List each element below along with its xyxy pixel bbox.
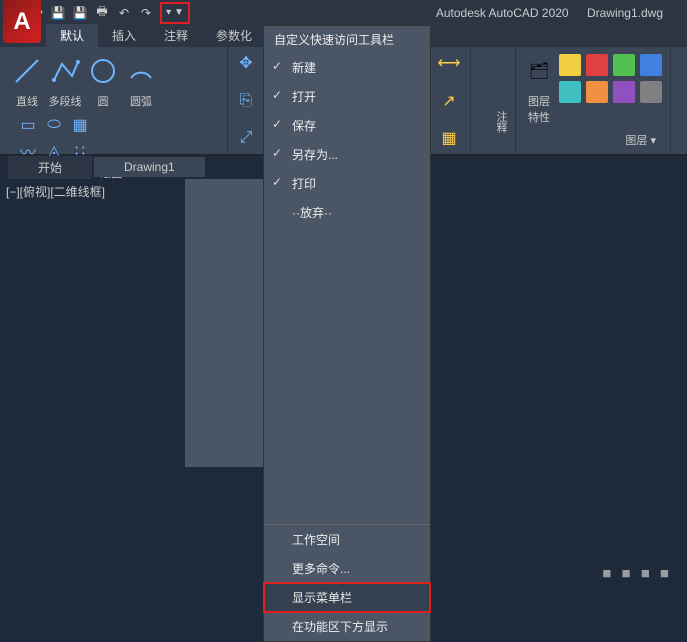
leader-icon[interactable]: ↗ <box>437 89 461 113</box>
window-title: Autodesk AutoCAD 2020 Drawing1.dwg <box>421 6 683 20</box>
swatch-gray[interactable] <box>640 81 662 103</box>
rect-icon[interactable]: ▭ <box>16 113 40 137</box>
swatch-red[interactable] <box>586 54 608 76</box>
ellipse-icon[interactable]: ⬭ <box>42 113 66 137</box>
hatch-icon[interactable]: ▦ <box>68 113 92 137</box>
app-logo[interactable]: A <box>3 0 41 43</box>
menu-item-print[interactable]: ✓打印 <box>264 169 430 198</box>
tool-circle[interactable]: 圆 <box>86 51 120 109</box>
ribbon-tab-annotate[interactable]: 注释 <box>150 24 202 47</box>
polyline-icon <box>48 51 82 91</box>
ribbon-panel-layer: 🗂 图层 特性 图层 ▾ <box>516 47 671 154</box>
menu-item-save[interactable]: ✓保存 <box>264 111 430 140</box>
qat-customize-dropdown[interactable]: ▾ ▼ <box>160 2 190 24</box>
menu-item-new[interactable]: ✓新建 <box>264 53 430 82</box>
menu-item-saveas[interactable]: ✓另存为... <box>264 140 430 169</box>
menu-item-more-commands[interactable]: 更多命令... <box>264 554 430 583</box>
ribbon-panel-annotation-a: ⟷ ↗ ▦ <box>431 47 471 154</box>
doc-name: Drawing1.dwg <box>587 6 663 20</box>
ribbon-tab-default[interactable]: 默认 <box>46 24 98 47</box>
menu-item-workspace[interactable]: 工作空间 <box>264 525 430 554</box>
layer-properties-button[interactable]: 🗂 图层 特性 <box>522 51 556 125</box>
arc-icon <box>124 51 158 91</box>
doc-tab-drawing1[interactable]: Drawing1 <box>94 157 205 177</box>
ribbon-panel-annotation-b: 注释 <box>471 47 516 154</box>
swatch-cyan[interactable] <box>559 81 581 103</box>
menu-item-truncated[interactable]: ··放弃·· <box>264 198 430 227</box>
swatch-blue[interactable] <box>640 54 662 76</box>
viewport-controls[interactable]: [−][俯视][二维线框] <box>6 183 105 200</box>
check-icon: ✓ <box>272 59 282 73</box>
check-icon: ✓ <box>272 146 282 160</box>
dropdown-header: 自定义快速访问工具栏 <box>264 26 430 53</box>
qat-plot-icon[interactable]: 🖶 <box>92 3 112 23</box>
swatch-orange[interactable] <box>586 81 608 103</box>
ribbon-tab-parametric[interactable]: 参数化 <box>202 24 266 47</box>
menu-item-open[interactable]: ✓打开 <box>264 82 430 111</box>
move-icon[interactable]: ✥ <box>234 51 258 75</box>
watermark: ■ ■ ■ ■ <box>602 565 672 582</box>
tool-polyline[interactable]: 多段线 <box>48 51 82 109</box>
tool-arc[interactable]: 圆弧 <box>124 51 158 109</box>
layer-panel-label[interactable]: 图层 ▾ <box>522 130 664 150</box>
swatch-yellow[interactable] <box>559 54 581 76</box>
layer-properties-icon: 🗂 <box>522 51 556 91</box>
check-icon: ✓ <box>272 117 282 131</box>
qat-undo-icon[interactable]: ↶ <box>114 3 134 23</box>
app-name: Autodesk AutoCAD 2020 <box>436 6 569 20</box>
ribbon-panel-draw: 直线 多段线 圆 圆弧 ▭ ⬭ ▦ 〰 ◬ ∷ 绘图 ▾ <box>0 47 228 154</box>
dim-icon[interactable]: ⟷ <box>437 51 461 75</box>
stretch-icon[interactable]: ⤢ <box>234 126 258 150</box>
doc-tab-start[interactable]: 开始 <box>8 156 92 179</box>
qat-save-icon[interactable]: 💾 <box>48 3 68 23</box>
line-icon <box>10 51 44 91</box>
annotation-label: 注释 <box>477 111 509 133</box>
copy-icon[interactable]: ⎘ <box>234 89 258 113</box>
circle-icon <box>86 51 120 91</box>
tool-line[interactable]: 直线 <box>10 51 44 109</box>
ribbon-panel-modify: ✥ ⎘ ⤢ <box>228 47 266 154</box>
qat-redo-icon[interactable]: ↷ <box>136 3 156 23</box>
swatch-purple[interactable] <box>613 81 635 103</box>
layer-state-swatches <box>556 51 667 125</box>
swatch-green[interactable] <box>613 54 635 76</box>
menu-item-show-below-ribbon[interactable]: 在功能区下方显示 <box>264 612 430 641</box>
menu-item-show-menubar[interactable]: 显示菜单栏 <box>263 582 431 613</box>
ribbon-tab-insert[interactable]: 插入 <box>98 24 150 47</box>
check-icon: ✓ <box>272 88 282 102</box>
qat-customize-menu: 自定义快速访问工具栏 ✓新建 ✓打开 ✓保存 ✓另存为... ✓打印 ··放弃·… <box>263 25 431 642</box>
title-bar: 📄 📂 💾 💾 🖶 ↶ ↷ ▾ ▼ Autodesk AutoCAD 2020 … <box>0 0 687 25</box>
table-icon[interactable]: ▦ <box>437 126 461 150</box>
qat-saveas-icon[interactable]: 💾 <box>70 3 90 23</box>
check-icon: ✓ <box>272 175 282 189</box>
